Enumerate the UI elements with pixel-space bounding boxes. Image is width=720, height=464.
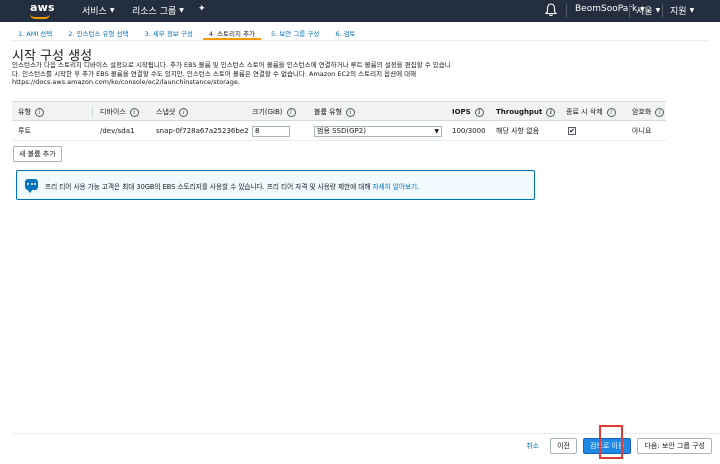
cell-iops: 100/3000 xyxy=(452,127,486,135)
header-size: 크기(GiB) i xyxy=(252,102,296,122)
cell-type: 루트 xyxy=(18,127,31,135)
wizard-step-instance-type[interactable]: 2. 인스턴스 유형 선택 xyxy=(62,24,134,40)
header-encryption-label: 암호화 xyxy=(632,108,652,116)
header-volume-type-label: 볼륨 유형 xyxy=(314,108,342,116)
cancel-button[interactable]: 취소 xyxy=(521,438,544,454)
nav-divider xyxy=(566,4,567,18)
header-volume-type: 볼륨 유형 i xyxy=(314,102,355,122)
description-line: 인스턴스가 다음 스토리지 디바이스 설정으로 시작됩니다. 추가 EBS 볼륨… xyxy=(12,61,451,69)
info-icon[interactable]: i xyxy=(606,107,616,117)
delete-on-termination-checkbox[interactable]: ✔ xyxy=(568,127,576,135)
info-icon[interactable]: i xyxy=(129,107,139,117)
cell-snapshot: snap-0f728a67a25236be2 xyxy=(156,127,249,135)
header-delete-on-termination: 종료 시 삭제 i xyxy=(566,102,616,122)
free-tier-info-box: 프리 티어 사용 가능 고객은 최대 30GB의 EBS 스토리지를 사용할 수… xyxy=(16,170,535,200)
info-icon[interactable]: i xyxy=(546,107,556,117)
nav-divider xyxy=(629,4,630,18)
info-message: 프리 티어 사용 가능 고객은 최대 30GB의 EBS 스토리지를 사용할 수… xyxy=(45,181,419,191)
cell-device: /dev/sda1 xyxy=(100,127,135,135)
header-iops-label: IOPS xyxy=(452,108,471,116)
previous-button[interactable]: 이전 xyxy=(550,438,577,454)
wizard-divider xyxy=(12,40,708,41)
header-throughput-label: Throughput xyxy=(496,108,543,116)
volume-type-value: 범용 SSD(GP2) xyxy=(317,127,366,135)
header-snapshot-label: 스냅샷 xyxy=(156,108,176,116)
bell-icon[interactable] xyxy=(545,3,557,17)
storage-table: 유형 i 디바이스 i 스냅샷 i 크기(GiB) i 볼륨 유형 i IOPS… xyxy=(12,101,666,141)
header-encryption: 암호화 i xyxy=(632,102,665,122)
info-message-text: 프리 티어 사용 가능 고객은 최대 30GB의 EBS 스토리지를 사용할 수… xyxy=(45,183,373,191)
top-navigation-bar: aws 서비스 ▼ 리소스 그룹 ▼ ✦ BeomSooPark ▼ 서울 ▼ … xyxy=(0,0,720,22)
wizard-step-storage[interactable]: 4. 스토리지 추가 xyxy=(202,24,262,40)
table-header-row: 유형 i 디바이스 i 스냅샷 i 크기(GiB) i 볼륨 유형 i IOPS… xyxy=(12,101,666,121)
header-delete-label: 종료 시 삭제 xyxy=(566,108,603,116)
size-input[interactable] xyxy=(252,125,290,137)
account-menu[interactable]: BeomSooPark ▼ xyxy=(575,4,645,14)
wizard-step-review[interactable]: 6. 검토 xyxy=(329,24,361,40)
column-divider xyxy=(92,106,93,118)
resource-groups-label: 리소스 그룹 xyxy=(132,7,177,17)
aws-logo-text: aws xyxy=(30,1,55,14)
chevron-down-icon: ▼ xyxy=(109,7,115,14)
learn-more-link[interactable]: 자세히 알아보기 xyxy=(372,183,417,191)
info-icon[interactable]: i xyxy=(474,107,484,117)
info-message-suffix: . xyxy=(417,183,420,191)
wizard-step-details[interactable]: 3. 세부 정보 구성 xyxy=(139,24,199,40)
volume-type-select[interactable]: 범용 SSD(GP2) ▼ xyxy=(314,125,442,137)
chevron-down-icon: ▼ xyxy=(179,7,184,14)
services-menu[interactable]: 서비스 ▼ xyxy=(82,4,114,17)
wizard-step-security-group[interactable]: 5. 보안 그룹 구성 xyxy=(265,24,325,40)
chevron-down-icon: ▼ xyxy=(655,7,661,14)
resource-groups-menu[interactable]: 리소스 그룹 ▼ xyxy=(132,4,184,17)
description-link-line[interactable]: https://docs.aws.amazon.com/ko/console/e… xyxy=(12,78,552,87)
cell-volume-type: 범용 SSD(GP2) ▼ xyxy=(314,121,442,141)
header-type: 유형 i xyxy=(18,102,44,122)
chevron-down-icon: ▼ xyxy=(689,7,695,14)
add-volume-button[interactable]: 새 볼륨 추가 xyxy=(13,146,62,162)
services-menu-label: 서비스 xyxy=(82,7,107,17)
aws-logo[interactable]: aws xyxy=(24,0,56,22)
info-icon[interactable]: i xyxy=(346,107,355,117)
wizard-steps: 1. AMI 선택 2. 인스턴스 유형 선택 3. 세부 정보 구성 4. 스… xyxy=(12,24,362,40)
support-menu[interactable]: 지원 ▼ xyxy=(670,4,694,17)
account-username: BeomSooPark xyxy=(575,4,638,14)
header-size-label: 크기(GiB) xyxy=(252,108,283,116)
aws-smile-mark xyxy=(30,14,50,19)
region-label: 서울 xyxy=(636,7,653,17)
chat-bubble-icon xyxy=(25,179,38,193)
page-description: 인스턴스가 다음 스토리지 디바이스 설정으로 시작됩니다. 추가 EBS 볼륨… xyxy=(12,61,552,87)
info-icon[interactable]: i xyxy=(655,107,665,117)
wizard-step-ami[interactable]: 1. AMI 선택 xyxy=(12,24,58,40)
header-iops: IOPS i xyxy=(452,102,484,122)
info-icon[interactable]: i xyxy=(286,107,296,117)
cell-encryption: 아니요 xyxy=(632,127,652,135)
header-snapshot: 스냅샷 i xyxy=(156,102,189,122)
pin-icon[interactable]: ✦ xyxy=(198,4,206,14)
next-security-group-button[interactable]: 다음: 보안 그룹 구성 xyxy=(637,438,712,454)
header-type-label: 유형 xyxy=(18,108,31,116)
cell-delete-on-termination: ✔ xyxy=(568,121,576,141)
cell-throughput: 해당 사항 없음 xyxy=(496,127,540,135)
header-device-label: 디바이스 xyxy=(100,108,126,116)
description-line: 다. 인스턴스를 시작한 후 추가 EBS 볼륨을 연결할 수도 있지만, 인스… xyxy=(12,69,417,78)
nav-divider xyxy=(662,4,663,18)
info-icon[interactable]: i xyxy=(34,107,44,117)
table-row: 루트 /dev/sda1 snap-0f728a67a25236be2 범용 S… xyxy=(12,121,666,141)
support-label: 지원 xyxy=(670,7,687,17)
region-menu[interactable]: 서울 ▼ xyxy=(636,4,660,17)
highlight-annotation-box xyxy=(599,425,623,459)
info-icon[interactable]: i xyxy=(179,107,189,117)
cell-size xyxy=(252,121,290,141)
header-device: 디바이스 i xyxy=(100,102,139,122)
chevron-down-icon: ▼ xyxy=(434,127,439,135)
header-throughput: Throughput i xyxy=(496,102,556,122)
